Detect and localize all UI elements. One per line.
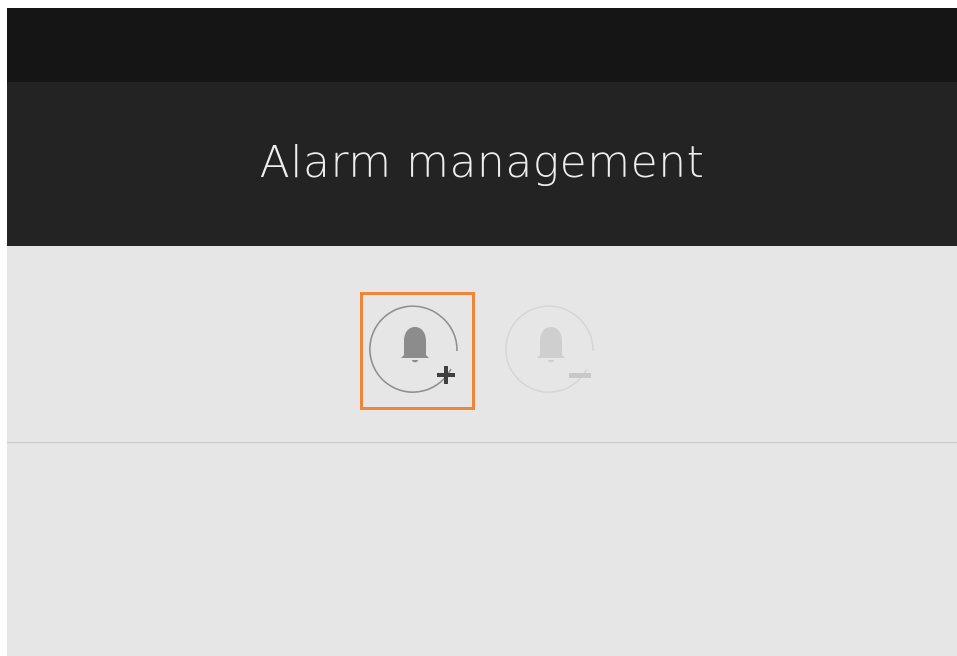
add-alarm-button[interactable] (367, 299, 467, 399)
divider (7, 442, 957, 443)
alarm-toolbar (7, 246, 957, 442)
bell-add-icon (369, 305, 458, 393)
app-screen: Alarm management (7, 8, 957, 656)
remove-alarm-button[interactable] (503, 299, 603, 399)
page-title: Alarm management (259, 136, 705, 188)
bell-remove-icon (505, 305, 594, 393)
status-bar (7, 8, 957, 82)
header-bar: Alarm management (7, 82, 957, 246)
